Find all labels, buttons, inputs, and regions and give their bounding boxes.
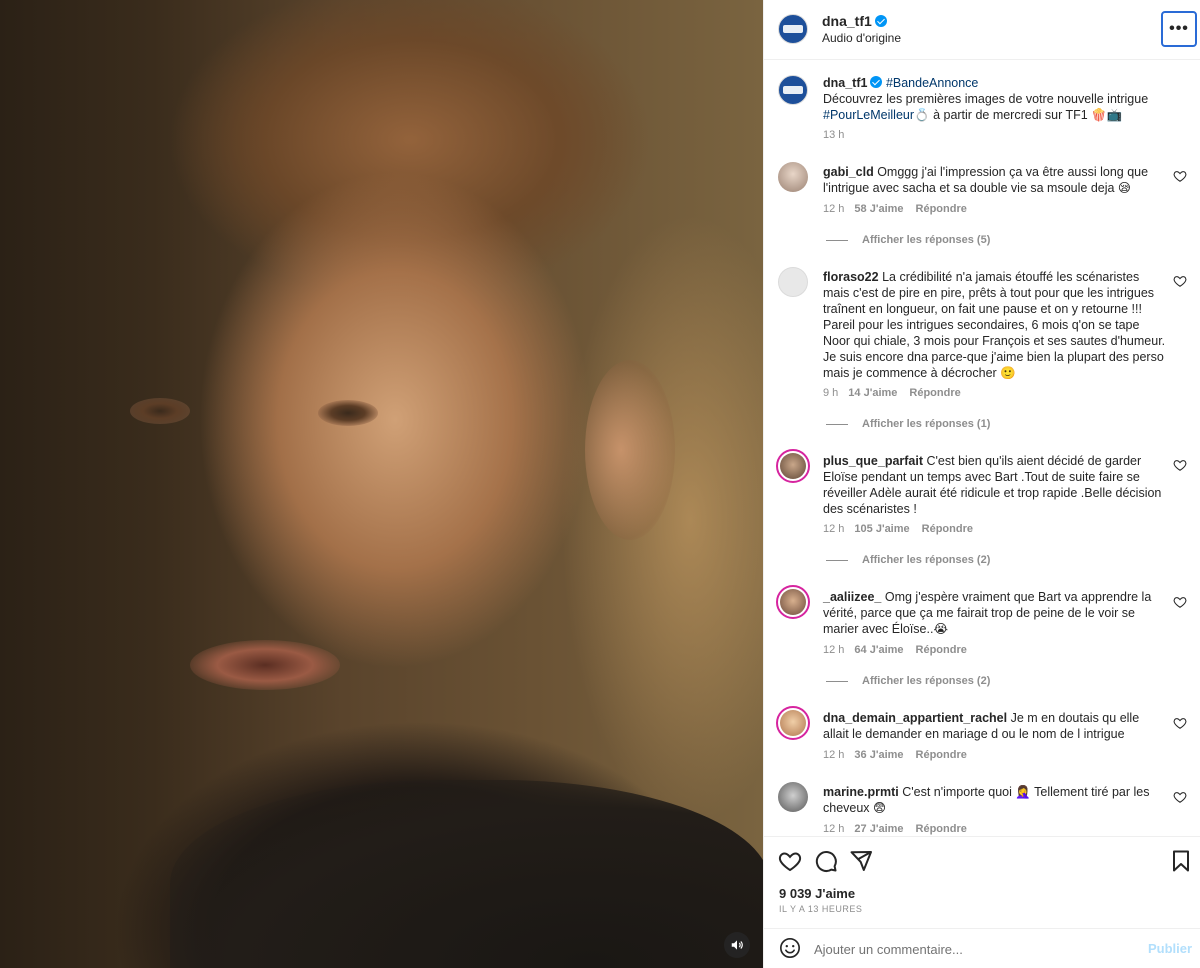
comment-meta: 9 h 14 J'aime Répondre (823, 387, 961, 399)
comment-input[interactable] (814, 937, 1134, 961)
comment: dna_demain_appartient_rachel Je m en dou… (823, 710, 1168, 742)
comment-time: 12 h (823, 203, 845, 215)
emoji-icon[interactable] (779, 937, 801, 959)
caption-time: 13 h (823, 129, 845, 141)
caption-username[interactable]: dna_tf1 (823, 76, 867, 90)
comment-meta: 12 h 105 J'aime Répondre (823, 523, 973, 535)
comments-list[interactable]: dna_tf1 #BandeAnnonce Découvrez les prem… (764, 61, 1200, 835)
hashtag-link[interactable]: #BandeAnnonce (886, 76, 978, 90)
view-replies-button[interactable]: Afficher les réponses (2) (826, 675, 990, 687)
comment-likes[interactable]: 58 J'aime (854, 203, 903, 215)
reply-button[interactable]: Répondre (922, 523, 973, 535)
comment-time: 12 h (823, 644, 845, 656)
caption-avatar[interactable] (778, 75, 808, 105)
share-icon[interactable] (849, 849, 873, 873)
caption: dna_tf1 #BandeAnnonce Découvrez les prem… (823, 75, 1168, 123)
comment-time: 12 h (823, 523, 845, 535)
heart-icon[interactable] (1173, 458, 1187, 472)
mute-button[interactable] (724, 932, 750, 958)
comment-bar: Publier (764, 928, 1200, 968)
commenter-avatar[interactable] (776, 706, 810, 740)
comment-likes[interactable]: 14 J'aime (848, 387, 897, 399)
comment-username[interactable]: plus_que_parfait (823, 454, 923, 468)
video-frame-mouth (190, 640, 340, 690)
hashtag-link[interactable]: #PourLeMeilleur (823, 108, 914, 122)
comment-time: 9 h (823, 387, 839, 399)
comment: plus_que_parfait C'est bien qu'ils aient… (823, 453, 1168, 517)
post-video[interactable] (0, 0, 763, 968)
comment-time: 12 h (823, 749, 845, 761)
author-username[interactable]: dna_tf1 (822, 13, 887, 29)
video-frame-eye (130, 398, 190, 424)
comment-username[interactable]: floraso22 (823, 270, 879, 284)
reply-button[interactable]: Répondre (916, 823, 967, 835)
speaker-icon (731, 940, 743, 950)
comment: marine.prmti C'est n'importe quoi 🤦‍♀️ T… (823, 784, 1168, 816)
post-sidebar: dna_tf1 Audio d'origine ••• dna_tf1 #Ban… (763, 0, 1200, 968)
action-bar: 9 039 J'aime IL Y A 13 HEURES (764, 836, 1200, 928)
comment: _aaliizee_ Omg j'espère vraiment que Bar… (823, 589, 1168, 637)
more-options-button[interactable]: ••• (1161, 11, 1197, 47)
comment-likes[interactable]: 105 J'aime (854, 523, 909, 535)
video-frame-shirt (170, 780, 763, 968)
caption-text: 💍 à partir de mercredi sur TF1 🍿📺 (914, 108, 1123, 122)
bookmark-icon[interactable] (1169, 849, 1193, 873)
comment-likes[interactable]: 64 J'aime (854, 644, 903, 656)
more-icon: ••• (1169, 20, 1189, 37)
video-frame-ear (585, 360, 675, 540)
comment-time: 12 h (823, 823, 845, 835)
heart-icon[interactable] (1173, 716, 1187, 730)
commenter-avatar[interactable] (778, 267, 808, 297)
comment-text: La crédibilité n'a jamais étouffé les sc… (823, 270, 1166, 380)
view-replies-button[interactable]: Afficher les réponses (2) (826, 554, 990, 566)
heart-icon[interactable] (1173, 169, 1187, 183)
comment: gabi_cld Omggg j'ai l'impression ça va ê… (823, 164, 1168, 196)
post-time: IL Y A 13 HEURES (779, 904, 863, 914)
comment: floraso22 La crédibilité n'a jamais étou… (823, 269, 1168, 381)
commenter-avatar[interactable] (778, 782, 808, 812)
commenter-avatar[interactable] (776, 585, 810, 619)
verified-icon (874, 15, 887, 27)
reply-button[interactable]: Répondre (916, 749, 967, 761)
heart-icon[interactable] (1173, 595, 1187, 609)
reply-button[interactable]: Répondre (916, 203, 967, 215)
heart-icon[interactable] (1173, 274, 1187, 288)
comment-meta: 12 h 27 J'aime Répondre (823, 823, 967, 835)
comment-meta: 12 h 58 J'aime Répondre (823, 203, 967, 215)
likes-count[interactable]: 9 039 J'aime (779, 886, 855, 901)
comment-username[interactable]: gabi_cld (823, 165, 874, 179)
comment-meta: 12 h 36 J'aime Répondre (823, 749, 967, 761)
comment-likes[interactable]: 27 J'aime (854, 823, 903, 835)
verified-icon (870, 76, 883, 88)
post-header: dna_tf1 Audio d'origine ••• (764, 0, 1200, 60)
reply-button[interactable]: Répondre (909, 387, 960, 399)
comment-username[interactable]: marine.prmti (823, 785, 899, 799)
author-avatar[interactable] (778, 14, 808, 44)
comment-username[interactable]: dna_demain_appartient_rachel (823, 711, 1007, 725)
comment-meta: 12 h 64 J'aime Répondre (823, 644, 967, 656)
commenter-avatar[interactable] (778, 162, 808, 192)
publish-button[interactable]: Publier (1148, 941, 1192, 956)
comment-icon[interactable] (814, 849, 838, 873)
commenter-avatar[interactable] (776, 449, 810, 483)
reply-button[interactable]: Répondre (916, 644, 967, 656)
comment-likes[interactable]: 36 J'aime (854, 749, 903, 761)
view-replies-button[interactable]: Afficher les réponses (1) (826, 418, 990, 430)
heart-icon[interactable] (778, 849, 802, 873)
video-frame-eye (318, 400, 378, 426)
view-replies-button[interactable]: Afficher les réponses (5) (826, 234, 990, 246)
comment-username[interactable]: _aaliizee_ (823, 590, 881, 604)
audio-label[interactable]: Audio d'origine (822, 31, 901, 45)
caption-text: Découvrez les premières images de votre … (823, 92, 1149, 106)
heart-icon[interactable] (1173, 790, 1187, 804)
